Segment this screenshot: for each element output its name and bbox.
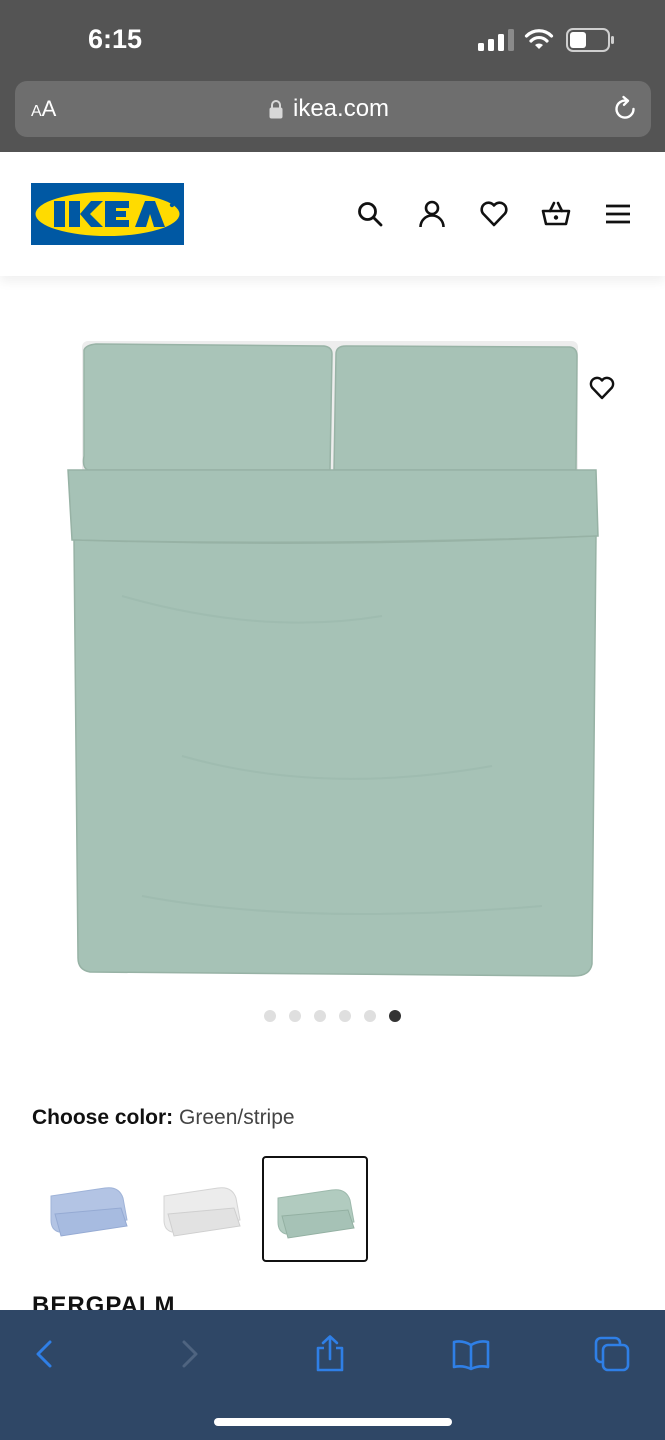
home-indicator xyxy=(214,1418,452,1426)
text-size-button[interactable]: AA xyxy=(31,96,56,122)
signal-icon xyxy=(478,29,514,51)
url-text[interactable]: ikea.com xyxy=(293,95,389,123)
tabs-icon[interactable] xyxy=(592,1334,632,1374)
menu-icon[interactable] xyxy=(603,199,633,229)
browser-toolbar-bottom xyxy=(0,1310,665,1440)
selected-color-value: Green/stripe xyxy=(179,1106,295,1129)
add-to-favorites-button[interactable] xyxy=(578,364,626,412)
battery-icon xyxy=(566,28,614,52)
color-option-green[interactable] xyxy=(262,1156,368,1262)
share-icon[interactable] xyxy=(310,1334,350,1374)
product-image[interactable] xyxy=(62,336,604,984)
carousel-dot[interactable] xyxy=(339,1010,351,1022)
color-chooser-label: Choose color: Green/stripe xyxy=(32,1106,295,1130)
back-icon[interactable] xyxy=(26,1334,66,1374)
account-icon[interactable] xyxy=(417,199,447,229)
carousel-dot-active[interactable] xyxy=(389,1010,401,1022)
address-bar[interactable]: AA ikea.com xyxy=(15,81,651,137)
browser-chrome-top: 6:15 AA ikea.com xyxy=(0,0,665,152)
color-option-light-blue[interactable] xyxy=(37,1156,143,1262)
wifi-icon xyxy=(524,29,554,49)
carousel-dot[interactable] xyxy=(289,1010,301,1022)
carousel-dot[interactable] xyxy=(264,1010,276,1022)
lock-icon xyxy=(269,100,283,119)
bookmarks-icon[interactable] xyxy=(451,1334,491,1374)
basket-icon[interactable] xyxy=(541,199,571,229)
heart-icon xyxy=(589,376,615,400)
status-time: 6:15 xyxy=(88,24,143,54)
search-icon[interactable] xyxy=(355,199,385,229)
carousel-dot[interactable] xyxy=(314,1010,326,1022)
color-option-white[interactable] xyxy=(150,1156,256,1262)
ikea-logo[interactable] xyxy=(31,183,184,245)
choose-color-label: Choose color: xyxy=(32,1106,174,1129)
reload-icon[interactable] xyxy=(611,95,639,123)
carousel-dot[interactable] xyxy=(364,1010,376,1022)
forward-icon[interactable] xyxy=(168,1334,208,1374)
site-header xyxy=(0,152,665,276)
image-carousel-dots xyxy=(264,1010,401,1024)
status-bar: 6:15 xyxy=(0,0,665,80)
heart-icon[interactable] xyxy=(479,199,509,229)
